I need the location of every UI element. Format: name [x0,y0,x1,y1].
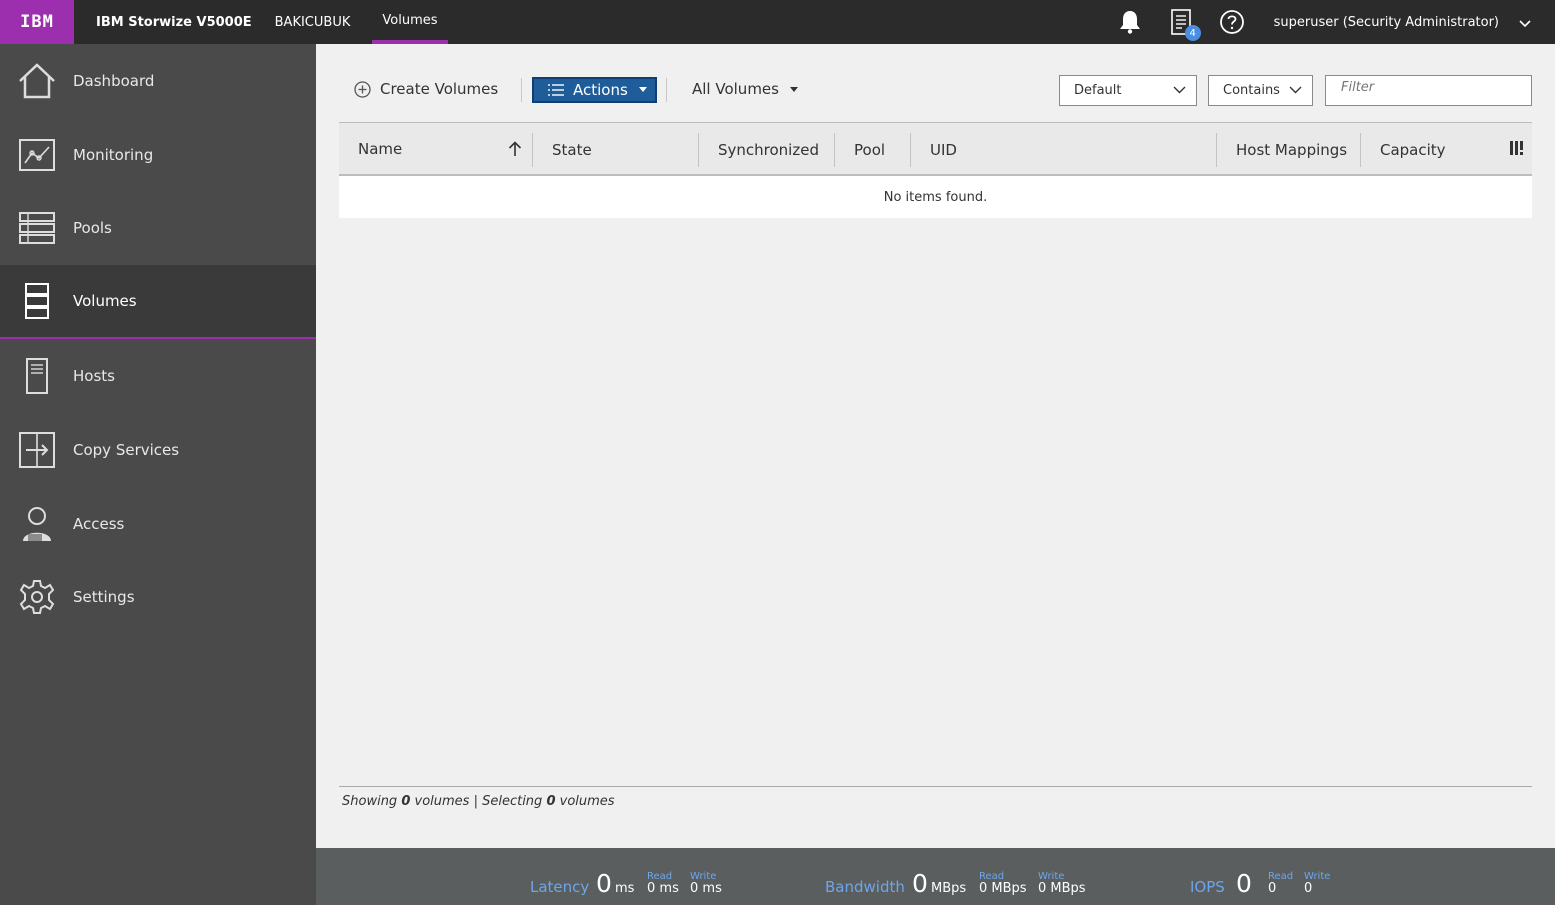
sort-ascending-icon[interactable] [508,141,522,156]
monitoring-icon [17,135,57,175]
selection-status: Showing 0 volumes | Selecting 0 volumes [342,794,615,809]
chevron-down-icon[interactable] [1519,13,1531,32]
system-name[interactable]: BAKICUBUK [275,15,351,30]
toolbar: Create Volumes Actions All Volumes Defau… [316,74,1555,106]
caret-down-icon [789,86,798,92]
filter-scope-value: Default [1074,83,1122,98]
column-label: Pool [854,141,886,159]
sidebar-item-volumes[interactable]: Volumes [0,265,316,340]
column-label: UID [930,141,957,159]
metric-title: IOPS [1190,878,1225,896]
performance-bar[interactable]: Latency 0 ms Read 0 ms Write 0 ms Bandwi… [316,848,1555,905]
showing-count: 0 [401,794,411,809]
pools-icon [17,208,57,248]
sidebar-item-label: Access [73,514,125,533]
metric-read-value: 0 ms [647,881,679,896]
access-icon [17,504,57,544]
metric-unit: MBps [931,881,967,896]
sidebar-item-access[interactable]: Access [0,487,316,561]
tasks-count-badge: 4 [1184,25,1201,41]
filter-mode-select[interactable]: Contains [1208,75,1313,106]
toolbar-divider [666,78,667,102]
actions-label: Actions [573,81,628,99]
tasks-icon[interactable]: 4 [1168,9,1201,41]
sidebar-item-monitoring[interactable]: Monitoring [0,118,316,192]
column-header-host-mappings[interactable]: Host Mappings [1216,133,1347,167]
metric-value: 0 [1236,869,1252,898]
sidebar-item-label: Volumes [73,292,137,311]
bell-icon[interactable] [1117,9,1143,35]
empty-table-message: No items found. [339,176,1532,218]
create-volumes-label: Create Volumes [380,80,499,98]
column-label: Synchronized [718,141,819,159]
sidebar-item-label: Dashboard [73,71,155,90]
status-text: volumes | Selecting [414,794,543,809]
caret-down-icon [639,87,647,92]
hosts-icon [17,356,57,396]
chevron-down-icon [1289,86,1302,94]
sidebar-item-pools[interactable]: Pools [0,192,316,266]
filter-scope-select[interactable]: Default [1059,75,1197,106]
filter-mode-value: Contains [1223,83,1280,98]
metric-read-value: 0 MBps [979,881,1027,896]
home-icon [17,61,57,101]
toolbar-divider [521,78,522,102]
sidebar-item-dashboard[interactable]: Dashboard [0,44,316,118]
current-page-tab[interactable]: Volumes [372,0,448,44]
metric-write-value: 0 ms [690,881,722,896]
sidebar-item-label: Copy Services [73,440,180,459]
sidebar-item-hosts[interactable]: Hosts [0,339,316,413]
plus-circle-icon [354,80,371,98]
sidebar-item-settings[interactable]: Settings [0,561,316,635]
column-header-name[interactable]: Name [339,123,532,175]
user-menu[interactable]: superuser (Security Administrator) [1274,15,1499,30]
status-text: volumes [559,794,615,809]
metric-unit: ms [615,881,635,896]
volumes-table: Name State Synchronized Pool UID Host Ma… [339,122,1532,218]
metric-write-value: 0 [1304,881,1313,896]
actions-button[interactable]: Actions [532,77,657,103]
top-bar: IBM IBM Storwize V5000E BAKICUBUK Volume… [0,0,1555,44]
create-volumes-button[interactable]: Create Volumes [354,74,498,104]
product-name: IBM Storwize V5000E [96,14,252,30]
column-header-pool[interactable]: Pool [834,133,885,167]
column-label: State [552,141,592,159]
column-header-synchronized[interactable]: Synchronized [698,133,819,167]
sidebar-item-label: Settings [73,588,135,607]
sidebar: Dashboard Monitoring Pools Volumes Hosts… [0,44,316,905]
sidebar-item-label: Hosts [73,367,115,386]
metric-title: Latency [530,878,590,896]
column-label: Capacity [1380,141,1446,159]
sidebar-item-label: Monitoring [73,145,154,164]
sidebar-item-label: Pools [73,219,112,238]
ibm-logo[interactable]: IBM [0,0,74,44]
column-label: Name [358,140,403,158]
metric-value: 0 [596,869,612,898]
column-header-uid[interactable]: UID [910,133,957,167]
chevron-down-icon [1173,86,1186,94]
column-label: Host Mappings [1236,141,1348,159]
volumes-icon [17,281,57,321]
metric-title: Bandwidth [825,878,905,896]
copy-services-icon [17,430,57,470]
column-header-capacity[interactable]: Capacity [1360,133,1446,167]
view-selector-label: All Volumes [692,80,779,98]
metric-read-value: 0 [1268,881,1277,896]
metric-write-value: 0 MBps [1038,881,1086,896]
status-text: Showing [342,794,398,809]
filter-input[interactable]: Filter [1325,75,1532,106]
metric-value: 0 [912,869,928,898]
column-chooser-icon[interactable] [1510,140,1526,156]
view-selector[interactable]: All Volumes [692,74,798,104]
main-content: Create Volumes Actions All Volumes Defau… [316,44,1555,848]
selecting-count: 0 [546,794,556,809]
table-footer-divider [339,786,1532,787]
sidebar-item-copy-services[interactable]: Copy Services [0,413,316,487]
gear-icon [17,577,57,617]
table-header: Name State Synchronized Pool UID Host Ma… [339,122,1532,176]
list-icon [548,84,564,96]
help-icon[interactable] [1219,9,1245,35]
column-header-state[interactable]: State [532,133,592,167]
